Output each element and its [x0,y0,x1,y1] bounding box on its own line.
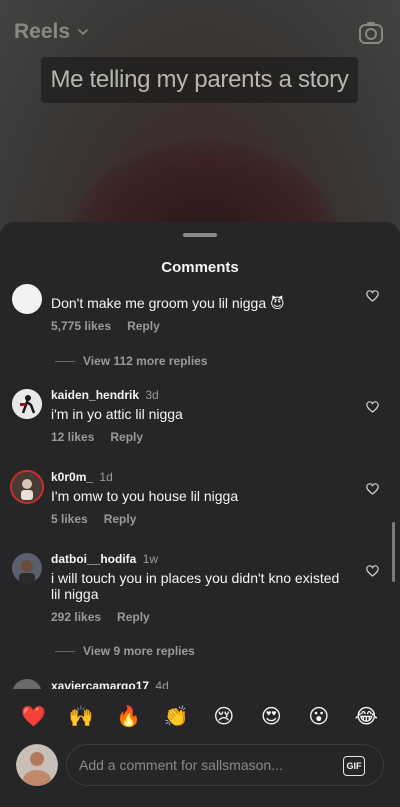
reply-button[interactable]: Reply [104,512,137,526]
comment-text: i'm in yo attic lil nigga [51,406,183,422]
reply-button[interactable]: Reply [127,319,160,333]
comment-text: I'm omw to you house lil nigga [51,488,239,504]
avatar-image [12,553,42,583]
timestamp: 3d [145,388,159,402]
avatar[interactable] [10,470,44,504]
comment-header: datboi__hodifa 1w [51,552,158,566]
emoji-clap[interactable]: 👏 [161,704,191,728]
gif-button[interactable]: GIF [343,756,365,776]
drag-handle[interactable] [183,233,217,237]
avatar[interactable] [16,744,58,786]
heart-icon[interactable] [366,290,379,302]
reel-caption: Me telling my parents a story [41,57,358,103]
emoji-crying[interactable]: 😢 [209,704,239,728]
username[interactable]: k0r0m_ [51,470,93,484]
comment-input[interactable] [79,745,329,785]
username[interactable]: xaviercamargo17 [51,679,149,689]
like-count[interactable]: 5 likes [51,512,88,526]
comment-input-container: GIF [66,744,384,786]
like-count[interactable]: 12 likes [51,430,94,444]
emoji-raised-hands[interactable]: 🙌 [66,704,96,728]
username[interactable]: kaiden_hendrik [51,388,139,402]
reels-header[interactable]: Reels [14,20,90,44]
avatar[interactable] [12,389,42,419]
sheet-title: Comments [161,259,239,276]
view-replies-button[interactable]: View 9 more replies [55,644,195,658]
comment-item: xaviercamargo17 4d [0,677,400,689]
emoji-heart[interactable]: ❤️ [19,704,49,728]
heart-icon[interactable] [366,401,379,413]
comment-meta: 12 likes Reply [51,430,143,444]
avatar-image [12,389,42,419]
username[interactable]: datboi__hodifa [51,552,136,566]
heart-icon[interactable] [366,483,379,495]
comment-meta: 5,775 likes Reply [51,319,160,333]
divider [55,360,75,362]
comment-text: Don't make me groom you lil nigga 😈 [51,295,285,311]
chevron-down-icon [78,29,88,36]
avatar[interactable] [12,284,42,314]
reply-button[interactable]: Reply [117,610,150,624]
comment-header: kaiden_hendrik 3d [51,388,159,402]
avatar[interactable] [12,553,42,583]
avatar-image [16,744,58,786]
avatar[interactable] [12,679,42,689]
scrollbar[interactable] [392,522,395,582]
avatar-image [12,472,42,502]
comments-sheet: Comments Don't make me groom you lil nig… [0,222,400,807]
view-replies-button[interactable]: View 112 more replies [55,354,208,368]
heart-icon[interactable] [366,565,379,577]
emoji-fire[interactable]: 🔥 [114,704,144,728]
comment-composer: GIF [0,744,400,800]
comment-meta: 292 likes Reply [51,610,150,624]
like-count[interactable]: 292 likes [51,610,101,624]
reels-title: Reels [14,20,71,43]
comment-header: k0r0m_ 1d [51,470,113,484]
comment-meta: 5 likes Reply [51,512,136,526]
comment-header: xaviercamargo17 4d [51,679,169,689]
timestamp: 1d [99,470,113,484]
camera-icon[interactable] [358,20,384,46]
emoji-reaction-bar: ❤️ 🙌 🔥 👏 😢 😍 😮 😂 [0,700,400,732]
like-count[interactable]: 5,775 likes [51,319,111,333]
divider [55,650,75,652]
comment-text: i will touch you in places you didn't kn… [51,570,340,602]
emoji-laughing[interactable]: 😂 [351,704,381,728]
timestamp: 4d [155,679,169,689]
emoji-surprised[interactable]: 😮 [304,704,334,728]
emoji-heart-eyes[interactable]: 😍 [256,704,286,728]
timestamp: 1w [142,552,159,566]
reply-button[interactable]: Reply [110,430,143,444]
